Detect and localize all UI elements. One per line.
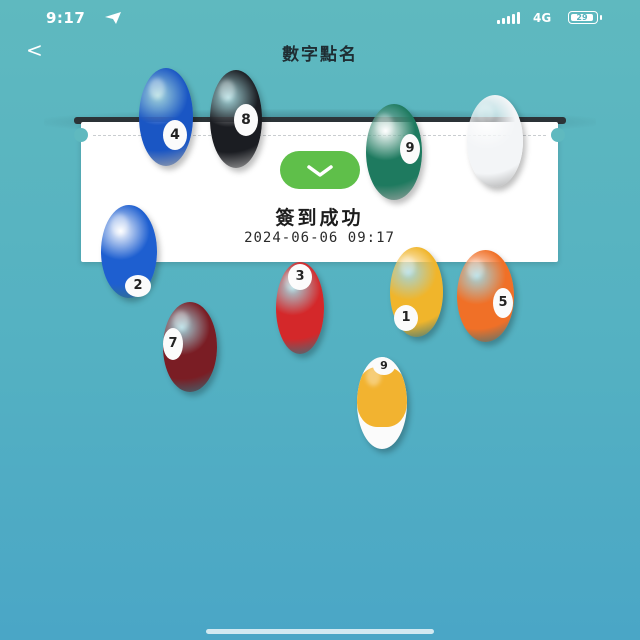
battery-icon: 29	[568, 11, 598, 24]
ball-number: 5	[493, 288, 513, 318]
page-title: 數字點名	[282, 45, 358, 65]
billiard-ball-1: 1	[390, 247, 443, 337]
checkmark-icon	[280, 151, 360, 189]
card-notch-right	[551, 128, 565, 142]
home-indicator[interactable]	[206, 629, 434, 634]
billiard-ball-4: 4	[139, 68, 193, 166]
ball-number: 9	[373, 357, 395, 375]
network-type: 4G	[533, 11, 552, 25]
nav-bar: < 數字點名	[0, 34, 640, 68]
cellular-signal-icon	[497, 12, 523, 24]
ball-number: 8	[234, 104, 258, 136]
billiard-ball-5: 5	[457, 250, 514, 342]
battery-level: 29	[571, 13, 593, 21]
billiard-ball-8: 8	[210, 70, 262, 168]
ball-number: 9	[400, 134, 420, 164]
location-arrow-icon	[105, 12, 121, 24]
battery-nub	[600, 15, 602, 20]
status-bar: 9:17 4G 29	[0, 0, 640, 34]
billiard-ball-2: 2	[101, 205, 157, 298]
ball-number: 1	[394, 305, 418, 331]
ball-number: 4	[163, 120, 187, 150]
billiard-ball-7: 7	[163, 302, 217, 392]
billiard-ball-9-striped: 9	[357, 357, 407, 449]
ball-number: 7	[163, 328, 183, 360]
ball-number: 2	[125, 275, 151, 297]
cue-ball	[467, 95, 523, 187]
ball-number: 3	[288, 264, 312, 290]
ball-stripe	[357, 367, 407, 427]
card-notch-left	[74, 128, 88, 142]
status-time: 9:17	[46, 9, 86, 27]
billiard-ball-9-green: 9	[366, 104, 422, 200]
billiard-ball-3: 3	[276, 262, 324, 354]
